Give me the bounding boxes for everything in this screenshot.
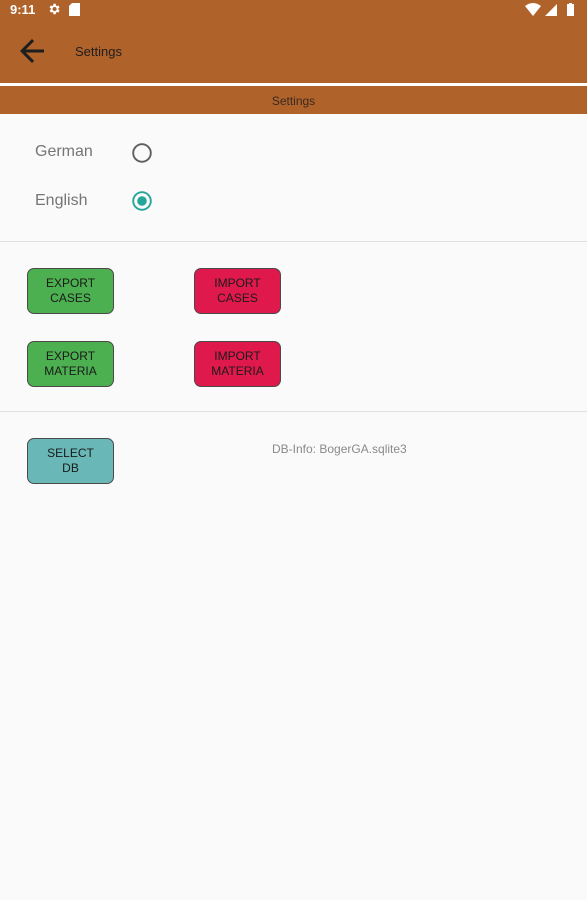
- sd-card-icon: [69, 3, 80, 16]
- export-cases-button[interactable]: EXPORT CASES: [27, 268, 114, 314]
- section-header-label: Settings: [271, 94, 316, 108]
- app-title: Settings: [75, 44, 122, 59]
- db-info-label: DB-Info: BogerGA.sqlite3: [272, 442, 407, 456]
- signal-icon: [545, 4, 557, 16]
- arrow-back-icon: [20, 39, 44, 63]
- gear-icon: [49, 3, 60, 15]
- english-label: English: [35, 192, 88, 209]
- wifi-icon: [525, 3, 541, 16]
- import-materia-button[interactable]: IMPORT MATERIA: [194, 341, 281, 387]
- status-indicators: [525, 3, 574, 16]
- german-label: German: [35, 143, 93, 160]
- export-materia-button[interactable]: EXPORT MATERIA: [27, 341, 114, 387]
- divider: [0, 411, 587, 412]
- battery-icon: [567, 4, 574, 16]
- status-time: 9:11: [10, 2, 36, 17]
- german-radio[interactable]: [132, 143, 152, 163]
- section-header: Settings: [0, 86, 587, 114]
- app-bar: Settings: [0, 20, 587, 83]
- english-radio[interactable]: [132, 191, 152, 211]
- divider: [0, 241, 587, 242]
- back-button[interactable]: [14, 33, 50, 69]
- status-bar: 9:11: [0, 0, 587, 20]
- import-cases-button[interactable]: IMPORT CASES: [194, 268, 281, 314]
- select-db-button[interactable]: SELECT DB: [27, 438, 114, 484]
